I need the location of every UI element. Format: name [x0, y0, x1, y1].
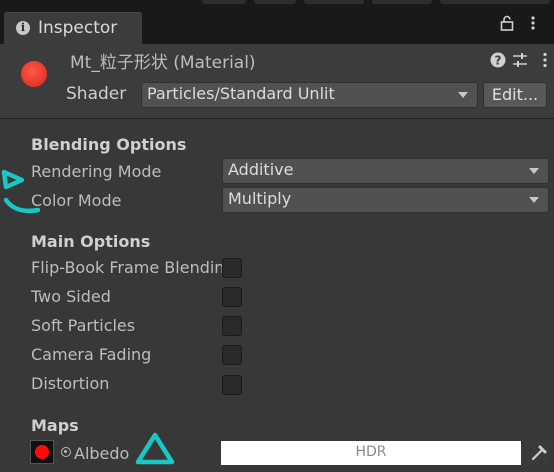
toolbar-stub: [440, 0, 550, 4]
section-blending-options: Blending Options: [31, 135, 187, 154]
rendering-mode-value: Additive: [228, 160, 294, 179]
info-icon: i: [16, 21, 30, 35]
material-preview-ball: [21, 61, 47, 87]
color-mode-dropdown[interactable]: Multiply: [222, 187, 549, 213]
material-title: Mt_粒子形状 (Material): [70, 53, 256, 73]
flip-book-frame-blending-checkbox[interactable]: [222, 258, 242, 278]
albedo-hdr-color-field[interactable]: HDR: [221, 441, 521, 465]
menu-icon[interactable]: [527, 16, 539, 30]
chevron-down-icon: [529, 168, 539, 174]
window-tab-bar: i Inspector: [0, 0, 554, 44]
annotation-mark: [1, 169, 40, 214]
rendering-mode-dropdown[interactable]: Additive: [222, 158, 549, 184]
shader-value: Particles/Standard Unlit: [147, 84, 335, 103]
camera-fading-label: Camera Fading: [31, 345, 152, 364]
albedo-color-dot: [35, 445, 49, 459]
toolbar-stub: [254, 0, 296, 4]
section-maps: Maps: [31, 416, 79, 435]
chevron-down-icon: [529, 197, 539, 203]
texture-picker-icon[interactable]: [61, 447, 71, 457]
soft-particles-label: Soft Particles: [31, 316, 136, 335]
divider: [0, 118, 554, 119]
tab-inspector[interactable]: i Inspector: [4, 12, 142, 44]
flip-book-frame-blending-label: Flip-Book Frame Blending: [31, 258, 222, 277]
annotation-mark: [135, 432, 175, 465]
chevron-down-icon: [458, 92, 468, 98]
two-sided-checkbox[interactable]: [222, 287, 242, 307]
preset-icon[interactable]: [512, 52, 528, 68]
shader-dropdown[interactable]: Particles/Standard Unlit: [141, 82, 478, 108]
rendering-mode-label: Rendering Mode: [31, 162, 162, 181]
color-mode-label: Color Mode: [31, 191, 122, 210]
svg-text:?: ?: [495, 54, 502, 68]
section-main-options: Main Options: [31, 232, 151, 251]
camera-fading-checkbox[interactable]: [222, 345, 242, 365]
toolbar-stub: [202, 0, 246, 4]
distortion-checkbox[interactable]: [222, 375, 242, 395]
tab-title: Inspector: [38, 18, 118, 38]
two-sided-label: Two Sided: [31, 287, 111, 306]
color-mode-value: Multiply: [228, 189, 292, 208]
soft-particles-checkbox[interactable]: [222, 316, 242, 336]
toolbar-stub: [372, 0, 432, 4]
lock-icon[interactable]: [500, 15, 514, 31]
toolbar-stub: [304, 0, 364, 4]
more-icon[interactable]: [540, 52, 550, 68]
edit-shader-button[interactable]: Edit...: [483, 82, 547, 108]
albedo-color-swatch[interactable]: [30, 440, 54, 464]
eyedropper-icon[interactable]: [527, 441, 549, 465]
distortion-label: Distortion: [31, 374, 110, 393]
hdr-label: HDR: [355, 444, 387, 460]
shader-label: Shader: [66, 84, 127, 104]
help-icon[interactable]: ?: [490, 52, 506, 68]
